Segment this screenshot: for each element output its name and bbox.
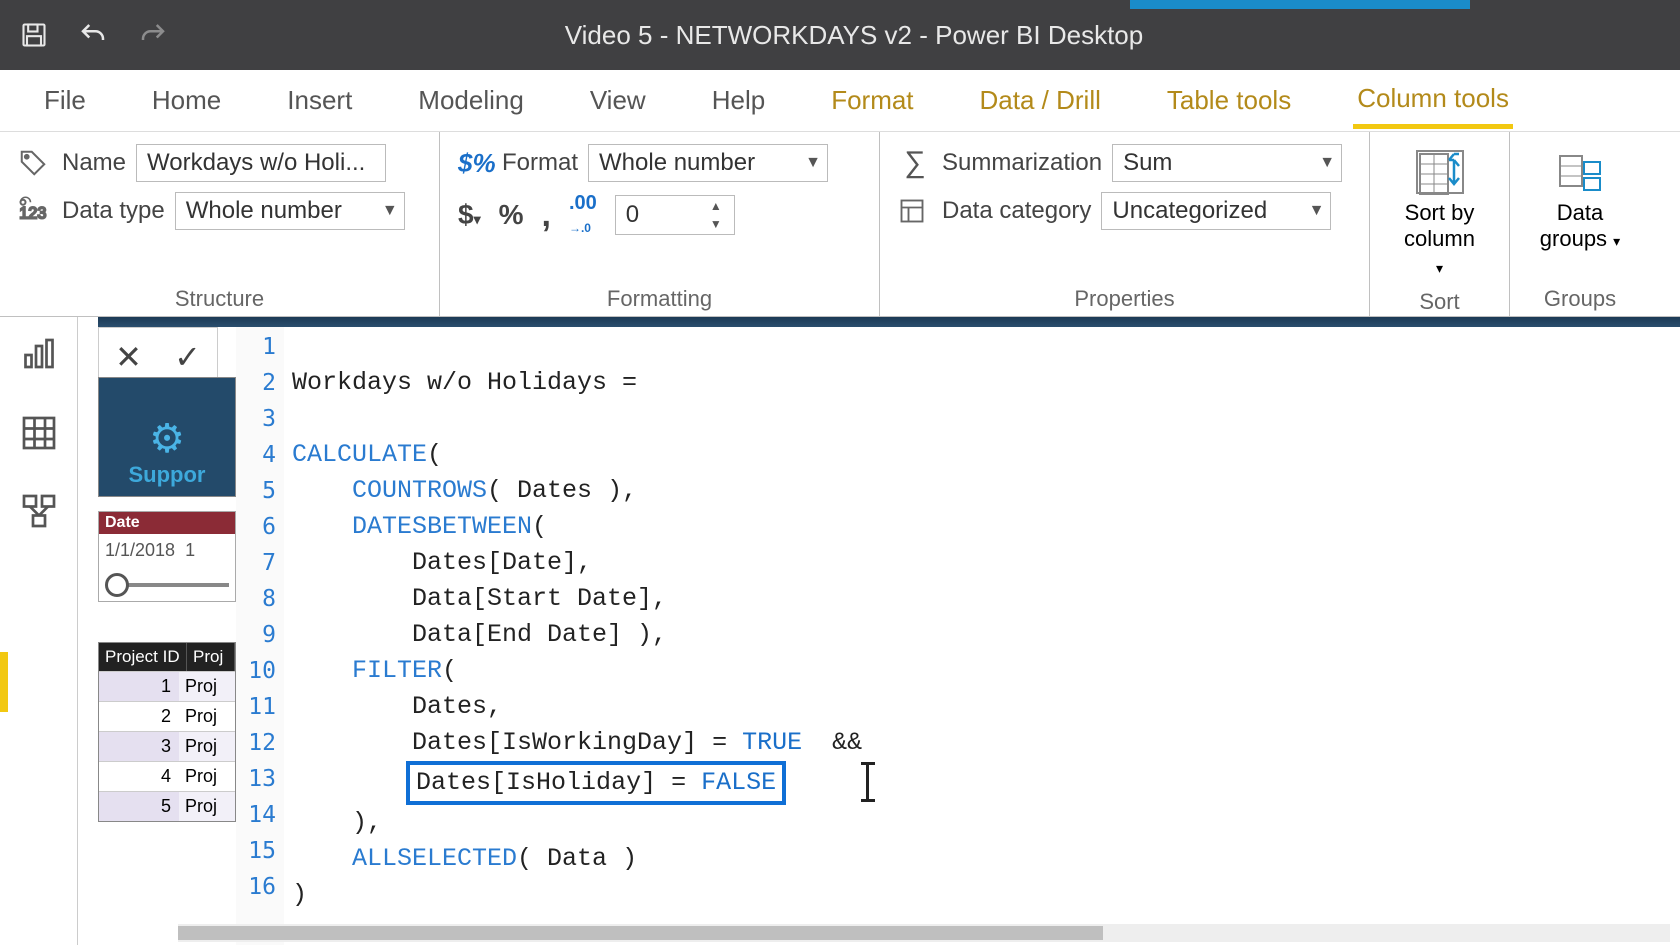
tab-insert[interactable]: Insert [283, 75, 356, 126]
tab-columntools[interactable]: Column tools [1353, 73, 1513, 129]
highlighted-expression: Dates[IsHoliday] = FALSE [406, 761, 786, 805]
formatting-title: Formatting [458, 282, 861, 312]
chevron-down-icon: ▼ [1319, 154, 1335, 172]
currency-button[interactable]: $▾ [458, 199, 481, 231]
active-view-indicator [0, 652, 8, 712]
ribbon-group-structure: Name Workdays w/o Holi... 123 Data type … [0, 132, 440, 316]
format-icon: $% [458, 148, 492, 179]
title-accent [1130, 0, 1470, 9]
comma-button[interactable]: , [542, 196, 551, 235]
summarization-value: Sum [1123, 149, 1172, 177]
sigma-icon: ∑ [898, 146, 932, 180]
slicer-value: 1/1/2018 1 [99, 534, 235, 567]
summarization-label: Summarization [942, 149, 1102, 177]
decimals-value: 0 [626, 201, 639, 229]
table-row[interactable]: 5Proj [99, 791, 235, 821]
chevron-down-icon: ▼ [805, 154, 821, 172]
decimals-input[interactable]: 0 ▲▼ [615, 195, 735, 235]
svg-text:123: 123 [19, 205, 46, 223]
table-row[interactable]: 3Proj [99, 731, 235, 761]
decimal-button[interactable]: .00→.0 [569, 192, 597, 238]
table-row[interactable]: 4Proj [99, 761, 235, 791]
data-table[interactable]: Project ID Proj 1Proj 2Proj 3Proj 4Proj … [98, 642, 236, 822]
title-bar: Video 5 - NETWORKDAYS v2 - Power BI Desk… [0, 0, 1680, 70]
format-select[interactable]: Whole number ▼ [588, 144, 828, 182]
name-input[interactable]: Workdays w/o Holi... [136, 144, 386, 182]
cancel-formula-icon[interactable]: ✕ [115, 338, 142, 376]
ribbon-group-properties: ∑ Summarization Sum ▼ Data category Unca… [880, 132, 1370, 316]
tab-tabletools[interactable]: Table tools [1163, 75, 1295, 126]
canvas-visuals-partial: ⚙ Suppor Date 1/1/2018 1 Project ID Proj… [98, 377, 236, 822]
data-view-icon[interactable] [21, 415, 57, 451]
view-rail [0, 317, 78, 945]
format-value: Whole number [599, 149, 755, 177]
datacategory-label: Data category [942, 197, 1091, 225]
ribbon-group-sort: Sort bycolumn ▾ Sort [1370, 132, 1510, 316]
text-cursor-icon [866, 762, 869, 802]
sort-by-column-button[interactable]: Sort bycolumn ▾ [1388, 144, 1491, 285]
tab-modeling[interactable]: Modeling [414, 75, 528, 126]
table-row[interactable]: 2Proj [99, 701, 235, 731]
summarization-select[interactable]: Sum ▼ [1112, 144, 1342, 182]
tab-home[interactable]: Home [148, 75, 225, 126]
tab-format[interactable]: Format [827, 75, 917, 126]
chevron-down-icon: ▼ [1309, 202, 1325, 220]
category-icon [898, 197, 932, 225]
groups-icon [1556, 150, 1604, 194]
main-area: ✕ ✓ ⚙ Suppor Date 1/1/2018 1 Project ID [0, 317, 1680, 945]
formula-controls: ✕ ✓ [98, 327, 218, 383]
window-title: Video 5 - NETWORKDAYS v2 - Power BI Desk… [168, 20, 1540, 51]
datacategory-select[interactable]: Uncategorized ▼ [1101, 192, 1331, 230]
name-label: Name [62, 149, 126, 177]
line-gutter: 12345678910111213141516 [236, 327, 284, 945]
commit-formula-icon[interactable]: ✓ [174, 338, 201, 376]
ribbon-group-formatting: $% Format Whole number ▼ $▾ % , .00→.0 0… [440, 132, 880, 316]
dax-editor[interactable]: 12345678910111213141516 Workdays w/o Hol… [236, 327, 1680, 945]
properties-title: Properties [898, 282, 1351, 312]
slider-thumb-icon[interactable] [105, 573, 129, 597]
gear-icon: ⚙ [149, 416, 185, 462]
undo-icon[interactable] [78, 20, 108, 50]
canvas: ✕ ✓ ⚙ Suppor Date 1/1/2018 1 Project ID [78, 317, 1680, 945]
redo-icon[interactable] [138, 20, 168, 50]
tag-icon [18, 148, 52, 178]
ribbon: Name Workdays w/o Holi... 123 Data type … [0, 132, 1680, 317]
col-proj[interactable]: Proj [187, 643, 235, 671]
datatype-icon: 123 [18, 196, 52, 226]
canvas-header-strip [98, 317, 1680, 327]
datatype-select[interactable]: Whole number ▼ [175, 192, 405, 230]
date-slicer[interactable]: Date 1/1/2018 1 [98, 511, 236, 602]
tab-datadrill[interactable]: Data / Drill [976, 75, 1105, 126]
tab-help[interactable]: Help [708, 75, 769, 126]
datacategory-value: Uncategorized [1112, 197, 1267, 225]
structure-title: Structure [18, 282, 421, 312]
percent-button[interactable]: % [499, 199, 524, 231]
ribbon-group-groups: Datagroups ▾ Groups [1510, 132, 1650, 316]
ribbon-tabs: File Home Insert Modeling View Help Form… [0, 70, 1680, 132]
report-view-icon[interactable] [21, 337, 57, 373]
data-groups-button[interactable]: Datagroups ▾ [1530, 144, 1630, 259]
chevron-down-icon: ▼ [382, 202, 398, 220]
datatype-value: Whole number [186, 197, 342, 225]
model-view-icon[interactable] [21, 493, 57, 529]
datatype-label: Data type [62, 197, 165, 225]
slicer-header: Date [99, 512, 235, 534]
scrollbar-thumb[interactable] [178, 926, 1103, 940]
table-row[interactable]: 1Proj [99, 671, 235, 701]
groups-title: Groups [1544, 282, 1616, 312]
spinner-icon[interactable]: ▲▼ [704, 200, 728, 230]
support-label: Suppor [129, 462, 206, 488]
col-project-id[interactable]: Project ID [99, 643, 187, 671]
sort-title: Sort [1419, 285, 1459, 315]
support-card[interactable]: ⚙ Suppor [98, 377, 236, 497]
slicer-slider[interactable] [99, 567, 235, 601]
tab-file[interactable]: File [40, 75, 90, 126]
sort-icon [1416, 150, 1464, 194]
save-icon[interactable] [20, 21, 48, 49]
tab-view[interactable]: View [586, 75, 650, 126]
dax-code[interactable]: Workdays w/o Holidays = CALCULATE( COUNT… [292, 329, 1680, 913]
horizontal-scrollbar[interactable] [178, 924, 1670, 942]
format-label: Format [502, 149, 578, 177]
